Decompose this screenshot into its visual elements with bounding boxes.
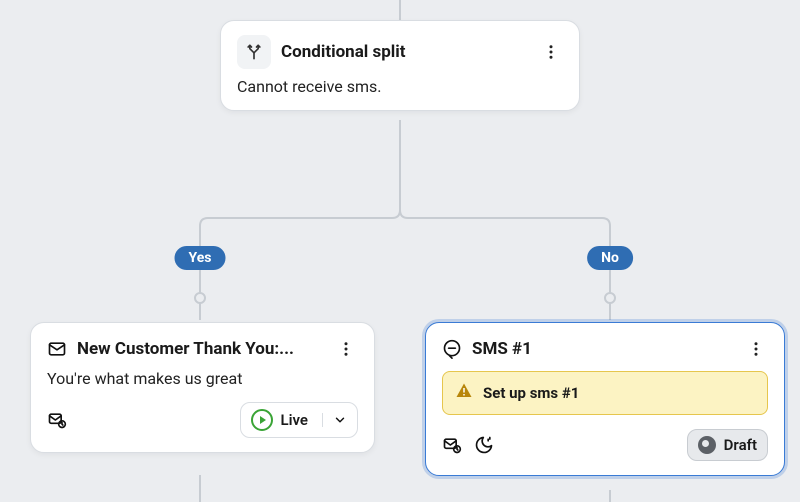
node-menu-button[interactable] <box>744 337 768 361</box>
status-dropdown[interactable]: Live <box>240 402 359 438</box>
kebab-icon <box>747 340 765 358</box>
email-preview-text: You're what makes us great <box>47 369 358 388</box>
smart-send-icon <box>442 435 462 455</box>
node-menu-button[interactable] <box>334 337 358 361</box>
draft-status-icon <box>698 436 716 454</box>
setup-warning-banner[interactable]: Set up sms #1 <box>442 371 768 415</box>
warning-text: Set up sms #1 <box>483 384 579 402</box>
node-menu-button[interactable] <box>539 40 563 64</box>
email-icon <box>47 339 67 359</box>
chevron-down-icon <box>322 413 347 427</box>
node-title: SMS #1 <box>472 339 734 359</box>
status-label: Draft <box>724 436 757 454</box>
kebab-icon <box>337 340 355 358</box>
node-title: New Customer Thank You:... <box>77 339 324 359</box>
condition-text: Cannot receive sms. <box>237 77 563 96</box>
warning-icon <box>455 382 473 404</box>
email-node[interactable]: New Customer Thank You:... You're what m… <box>30 322 375 453</box>
conditional-split-node[interactable]: Conditional split Cannot receive sms. <box>220 20 580 111</box>
branch-label-yes: Yes <box>175 246 226 270</box>
branch-label-no: No <box>587 246 633 270</box>
live-status-icon <box>251 409 273 431</box>
status-label: Live <box>281 411 309 429</box>
conditional-split-icon <box>237 35 271 69</box>
quiet-hours-icon <box>474 435 494 455</box>
status-button[interactable]: Draft <box>687 429 768 461</box>
sms-node[interactable]: SMS #1 Set up sms #1 Draft <box>425 322 785 476</box>
kebab-icon <box>542 43 560 61</box>
node-title: Conditional split <box>281 42 529 62</box>
smart-send-icon <box>47 410 67 430</box>
sms-icon <box>442 339 462 359</box>
